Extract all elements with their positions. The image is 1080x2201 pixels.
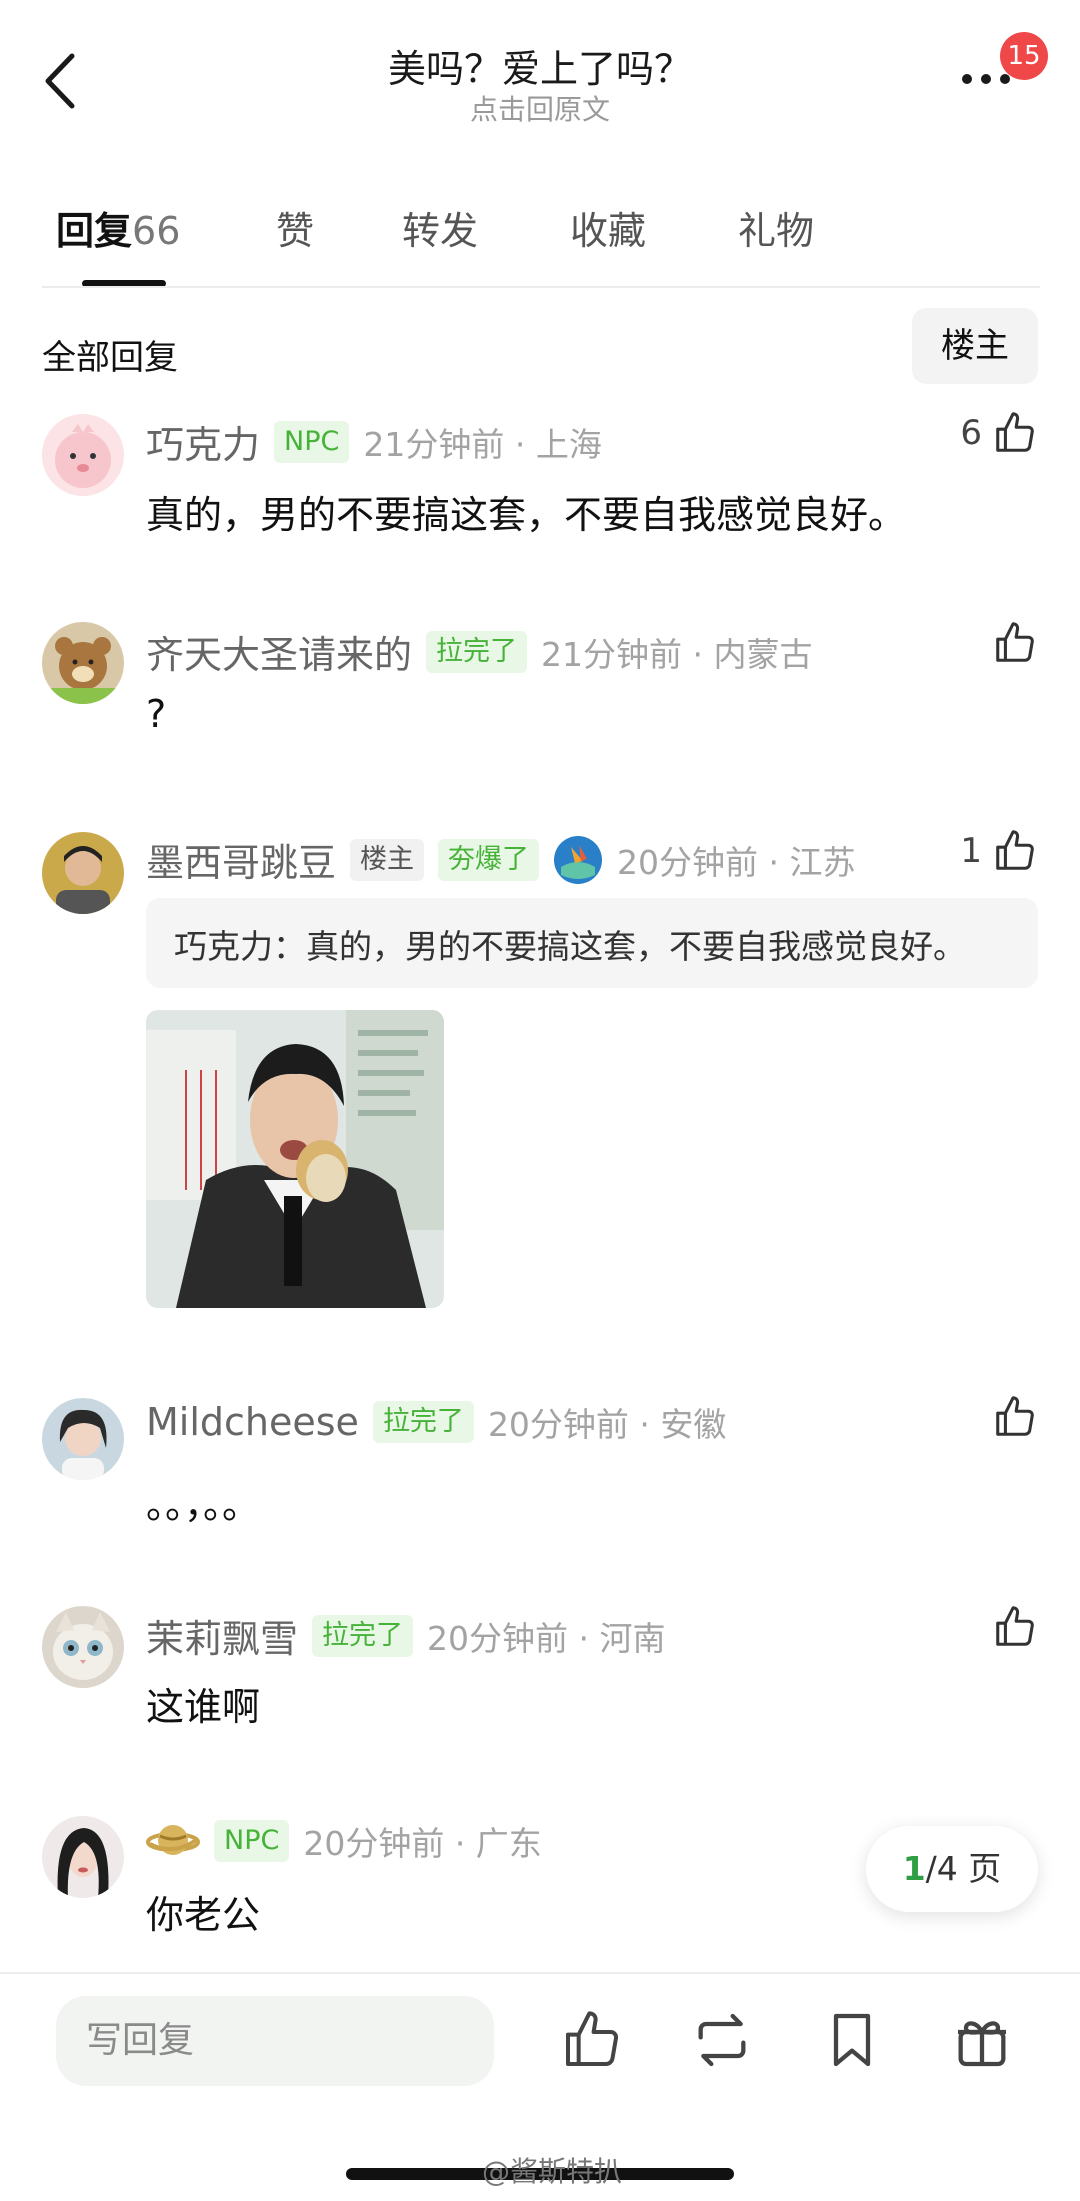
like-button[interactable]: [992, 1604, 1038, 1650]
comment-meta: 墨西哥跳豆 楼主 夯爆了 20分钟前 · 江苏: [146, 832, 855, 887]
comment-meta: NPC 20分钟前 · 广东: [146, 1816, 542, 1866]
post-title: 美吗？爱上了吗？: [387, 47, 692, 91]
username[interactable]: 巧克力: [146, 414, 260, 469]
tab-replies-label: 回复: [56, 209, 133, 253]
like-button[interactable]: 1: [960, 828, 1038, 874]
comment-time: 20分钟前 · 安徽: [487, 1405, 727, 1444]
username[interactable]: 茉莉飘雪: [146, 1608, 298, 1663]
username[interactable]: Mildcheese: [146, 1400, 359, 1444]
avatar[interactable]: [42, 414, 124, 496]
thumbs-up-icon: [996, 1606, 1034, 1646]
like-post-button[interactable]: [560, 2008, 624, 2072]
thumbs-up-icon: [996, 412, 1034, 452]
quoted-reply[interactable]: 巧克力：真的，男的不要搞这套，不要自我感觉良好。: [146, 898, 1038, 988]
comment-text: 。。，。。: [146, 1483, 261, 1527]
section-title: 全部回复: [42, 338, 178, 378]
thumbs-up-icon: [996, 830, 1034, 870]
thumbs-up-icon: [996, 622, 1034, 662]
like-button[interactable]: [992, 620, 1038, 666]
repost-button[interactable]: [690, 2008, 754, 2072]
user-tag: NPC: [274, 420, 350, 463]
bookmark-icon: [833, 2013, 871, 2067]
comment-time: 21分钟前 · 上海: [363, 424, 602, 464]
comment-text: ?: [146, 692, 167, 736]
user-tag: NPC: [214, 1820, 290, 1862]
username[interactable]: 齐天大圣请来的: [146, 624, 412, 679]
page-indicator[interactable]: 1/4 页: [866, 1826, 1038, 1912]
current-page: 1: [902, 1849, 926, 1888]
more-options-button[interactable]: 15: [962, 32, 1052, 98]
watermark: @酱斯特扒: [482, 2155, 623, 2188]
comment-time: 20分钟前 · 广东: [303, 1824, 542, 1863]
gift-button[interactable]: [950, 2008, 1014, 2072]
avatar[interactable]: [42, 1398, 124, 1480]
like-count: 6: [960, 413, 982, 453]
avatar[interactable]: [42, 622, 124, 704]
planet-icon: [146, 1825, 200, 1855]
username[interactable]: 墨西哥跳豆: [146, 832, 336, 887]
comment-meta: Mildcheese 拉完了 20分钟前 · 安徽: [146, 1398, 726, 1446]
reply-input[interactable]: 写回复: [56, 1996, 494, 2086]
user-tag: 拉完了: [312, 1614, 414, 1657]
like-button[interactable]: [992, 1394, 1038, 1440]
tab-favorites[interactable]: 收藏: [570, 200, 646, 255]
tab-likes[interactable]: 赞: [276, 200, 314, 255]
comment-text: 这谁啊: [146, 1685, 261, 1729]
comment-time: 20分钟前 · 江苏: [617, 842, 856, 882]
gift-icon: [958, 2021, 1006, 2067]
notification-badge: 15: [1000, 32, 1048, 80]
comment-time: 21分钟前 · 内蒙古: [541, 634, 813, 674]
avatar[interactable]: [42, 1606, 124, 1688]
like-button[interactable]: 6: [960, 410, 1038, 456]
back-to-original-link[interactable]: 点击回原文: [0, 88, 1080, 128]
tab-gifts[interactable]: 礼物: [738, 200, 814, 255]
tab-replies[interactable]: 回复66: [56, 200, 180, 255]
repost-icon: [698, 2013, 746, 2067]
user-tag: 拉完了: [372, 1401, 474, 1443]
user-tag: 拉完了: [426, 630, 528, 673]
like-count: 1: [960, 831, 982, 871]
avatar[interactable]: [42, 832, 124, 914]
tab-replies-count: 66: [132, 209, 181, 253]
comment-meta: 巧克力 NPC 21分钟前 · 上海: [146, 414, 602, 469]
comment-time: 20分钟前 · 河南: [427, 1618, 666, 1658]
comment-text: 你老公: [146, 1893, 261, 1937]
avatar[interactable]: [42, 1816, 124, 1898]
comment-image[interactable]: [146, 1010, 444, 1308]
thumbs-up-icon: [996, 1396, 1034, 1436]
op-tag: 楼主: [350, 838, 425, 881]
quoted-text: 巧克力：真的，男的不要搞这套，不要自我感觉良好。: [174, 927, 966, 966]
comment-meta: 齐天大圣请来的 拉完了 21分钟前 · 内蒙古: [146, 624, 812, 679]
tabs-divider: [42, 286, 1040, 288]
more-icon: [962, 74, 1010, 84]
tab-reposts[interactable]: 转发: [402, 200, 478, 255]
favorite-button[interactable]: [820, 2008, 884, 2072]
comment-meta: 茉莉飘雪 拉完了 20分钟前 · 河南: [146, 1608, 665, 1663]
op-only-filter-button[interactable]: 楼主: [912, 308, 1038, 384]
user-tag: 夯爆了: [438, 838, 540, 881]
badge-icon: [554, 835, 603, 884]
bottom-divider: [0, 1972, 1080, 1974]
total-pages: /4 页: [925, 1849, 1002, 1888]
comment-text: 真的，男的不要搞这套，不要自我感觉良好。: [146, 493, 907, 537]
thumbs-up-icon: [566, 2011, 619, 2067]
